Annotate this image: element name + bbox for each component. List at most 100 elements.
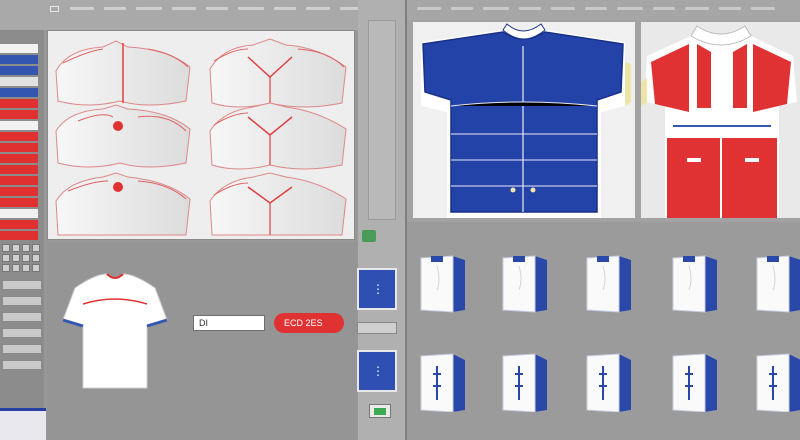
menu-item[interactable]	[172, 7, 196, 10]
thumbnail-column: ⋮ ⋮	[357, 268, 403, 418]
tshirt-preview-icon	[62, 273, 168, 389]
property-row[interactable]	[2, 360, 42, 370]
color-swatch[interactable]	[0, 99, 38, 108]
color-swatch[interactable]	[0, 88, 38, 97]
color-swatch[interactable]	[0, 220, 38, 229]
color-swatch[interactable]	[0, 44, 38, 53]
tool-button[interactable]	[32, 264, 40, 272]
jacket-front-icon	[421, 23, 631, 218]
pattern-piece[interactable]	[55, 172, 191, 236]
preview-panel: DI ECD 2ES	[47, 242, 358, 440]
menu-item[interactable]	[206, 7, 228, 10]
color-swatch[interactable]	[0, 176, 38, 185]
tool-button[interactable]	[12, 254, 20, 262]
pattern-piece[interactable]	[55, 40, 191, 106]
apply-button[interactable]: ECD 2ES	[274, 313, 344, 333]
variant-thumbnail[interactable]	[499, 346, 551, 417]
variant-thumbnail[interactable]	[583, 250, 635, 321]
sidebar-footer	[0, 408, 46, 440]
garment-variant-icon	[672, 353, 717, 413]
garment-variant-icon	[756, 255, 800, 313]
variant-grid	[407, 222, 800, 440]
image-icon[interactable]	[369, 404, 391, 418]
variant-thumbnail[interactable]	[753, 346, 800, 417]
variant-thumbnail[interactable]	[417, 250, 469, 321]
scroll-track[interactable]	[368, 20, 396, 220]
color-swatch-list	[0, 44, 38, 242]
variant-thumbnail[interactable]	[499, 250, 551, 321]
color-swatch[interactable]	[0, 154, 38, 163]
window-icon[interactable]	[50, 6, 59, 12]
garment-variant-icon	[672, 255, 717, 313]
color-swatch[interactable]	[0, 66, 38, 75]
tool-button[interactable]	[2, 264, 10, 272]
variant-thumbnail[interactable]	[417, 346, 469, 417]
menu-item[interactable]	[585, 7, 607, 10]
pattern-piece[interactable]	[209, 102, 347, 170]
menu-item[interactable]	[719, 7, 741, 10]
front-view-canvas[interactable]	[413, 22, 635, 218]
color-swatch[interactable]	[0, 231, 38, 240]
thumbnail-item[interactable]: ⋮	[357, 268, 397, 310]
variant-thumbnail[interactable]	[583, 346, 635, 417]
tool-button[interactable]	[32, 244, 40, 252]
property-row[interactable]	[2, 296, 42, 306]
property-row[interactable]	[2, 280, 42, 290]
property-row[interactable]	[2, 328, 42, 338]
menu-item[interactable]	[340, 7, 360, 10]
menu-item[interactable]	[653, 7, 675, 10]
menu-item[interactable]	[238, 7, 264, 10]
tool-button[interactable]	[32, 254, 40, 262]
tag-icon[interactable]	[362, 230, 376, 242]
garment-variant-icon	[586, 353, 631, 413]
pattern-piece[interactable]	[55, 104, 191, 168]
menu-item[interactable]	[617, 7, 643, 10]
menu-item[interactable]	[306, 7, 330, 10]
color-swatch[interactable]	[0, 55, 38, 64]
property-row[interactable]	[2, 312, 42, 322]
color-swatch[interactable]	[0, 110, 38, 119]
pattern-piece[interactable]	[209, 38, 347, 108]
menu-item[interactable]	[417, 7, 441, 10]
color-swatch[interactable]	[0, 143, 38, 152]
menu-item[interactable]	[70, 7, 94, 10]
menu-item[interactable]	[551, 7, 575, 10]
thumbnail-field[interactable]	[357, 322, 397, 334]
property-row[interactable]	[2, 344, 42, 354]
thumbnail-item[interactable]: ⋮	[357, 350, 397, 392]
menu-item[interactable]	[451, 7, 473, 10]
color-swatch[interactable]	[0, 209, 38, 218]
tool-palette	[2, 244, 42, 272]
garment-variant-icon	[502, 353, 547, 413]
tool-button[interactable]	[2, 254, 10, 262]
tool-button[interactable]	[12, 244, 20, 252]
tool-button[interactable]	[22, 254, 30, 262]
tool-button[interactable]	[22, 244, 30, 252]
pattern-canvas[interactable]	[47, 30, 355, 240]
garment-variant-icon	[502, 255, 547, 313]
tool-button[interactable]	[12, 264, 20, 272]
color-swatch[interactable]	[0, 198, 38, 207]
menu-item[interactable]	[136, 7, 162, 10]
menu-item[interactable]	[104, 7, 126, 10]
pattern-piece[interactable]	[209, 172, 347, 236]
menu-item[interactable]	[519, 7, 541, 10]
menu-item[interactable]	[751, 7, 775, 10]
variant-thumbnail[interactable]	[753, 250, 800, 321]
menu-item[interactable]	[274, 7, 296, 10]
garment-variant-icon	[756, 353, 800, 413]
garment-variant-icon	[586, 255, 631, 313]
color-swatch[interactable]	[0, 121, 38, 130]
variant-thumbnail[interactable]	[669, 250, 721, 321]
menu-item[interactable]	[685, 7, 709, 10]
color-swatch[interactable]	[0, 187, 38, 196]
back-view-canvas[interactable]	[641, 22, 800, 218]
color-swatch[interactable]	[0, 165, 38, 174]
menu-item[interactable]	[483, 7, 509, 10]
variant-thumbnail[interactable]	[669, 346, 721, 417]
tool-button[interactable]	[22, 264, 30, 272]
color-swatch[interactable]	[0, 132, 38, 141]
color-swatch[interactable]	[0, 77, 38, 86]
tool-button[interactable]	[2, 244, 10, 252]
size-input[interactable]: DI	[193, 315, 265, 331]
